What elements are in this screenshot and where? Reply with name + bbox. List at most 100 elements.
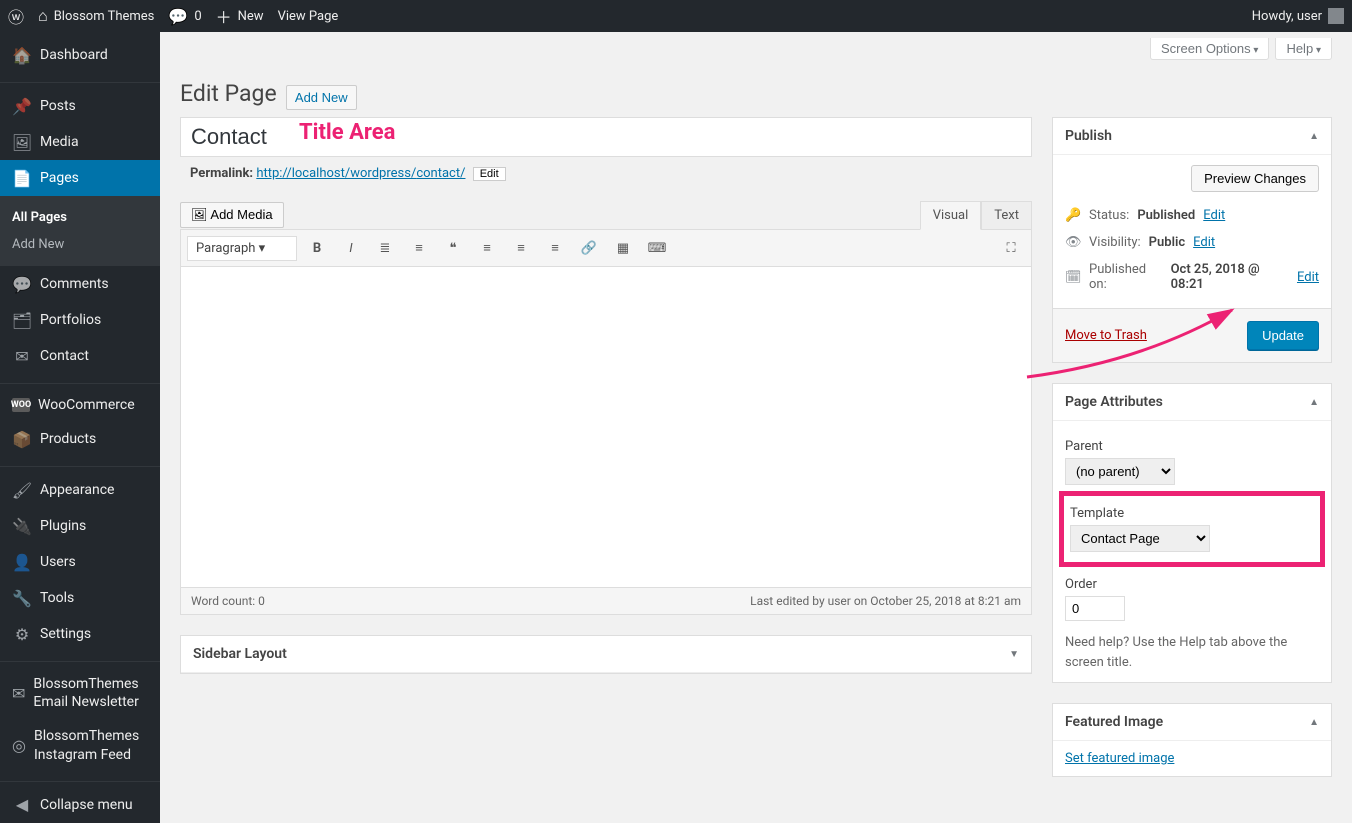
- menu-contact[interactable]: ✉Contact: [0, 338, 160, 374]
- editor-tab-text[interactable]: Text: [981, 201, 1032, 229]
- edit-date-link[interactable]: Edit: [1297, 270, 1319, 285]
- home-icon: ⌂: [38, 6, 48, 26]
- site-name: Blossom Themes: [54, 9, 155, 24]
- template-highlight: Template Contact Page: [1059, 491, 1325, 567]
- editor-tab-visual[interactable]: Visual: [920, 201, 982, 230]
- plug-icon: 🔌: [12, 516, 32, 536]
- blockquote-button[interactable]: ❝: [439, 234, 467, 262]
- view-page-link[interactable]: View Page: [278, 9, 339, 24]
- read-more-button[interactable]: ▦: [609, 234, 637, 262]
- comments-link[interactable]: 💬0: [168, 7, 201, 26]
- submenu-add-new[interactable]: Add New: [0, 231, 160, 258]
- menu-settings[interactable]: ⚙Settings: [0, 616, 160, 652]
- menu-posts[interactable]: 📌Posts: [0, 88, 160, 124]
- edit-status-link[interactable]: Edit: [1203, 208, 1225, 223]
- format-select[interactable]: Paragraph ▾: [187, 236, 297, 261]
- template-label: Template: [1070, 506, 1314, 521]
- help-tab[interactable]: Help: [1275, 38, 1332, 60]
- menu-blossom-instagram[interactable]: ◎BlossomThemes Instagram Feed: [0, 719, 160, 771]
- template-select[interactable]: Contact Page: [1070, 525, 1210, 552]
- menu-blossom-newsletter[interactable]: ✉BlossomThemes Email Newsletter: [0, 667, 160, 719]
- menu-dashboard[interactable]: 🏠Dashboard: [0, 37, 160, 73]
- numbered-list-button[interactable]: ≡: [405, 234, 433, 262]
- editor-box: Paragraph ▾ B I ≣ ≡ ❝ ≡ ≡ ≡ 🔗 ▦ ⌨ ⛶: [180, 229, 1032, 615]
- eye-icon: 👁: [1065, 235, 1081, 250]
- page-title-input[interactable]: [181, 118, 1031, 156]
- publish-metabox: Publish ▲ Preview Changes 🔑 Status: Publ…: [1052, 117, 1332, 363]
- menu-pages[interactable]: 📄Pages: [0, 160, 160, 196]
- sidebar-layout-metabox: Sidebar Layout ▼: [180, 635, 1032, 674]
- wp-logo[interactable]: ⓦ: [8, 4, 24, 28]
- parent-label: Parent: [1065, 439, 1319, 454]
- editor-status: Word count: 0 Last edited by user on Oct…: [181, 587, 1031, 614]
- avatar: [1328, 8, 1344, 24]
- menu-comments[interactable]: 💬Comments: [0, 266, 160, 302]
- screen-options-tab[interactable]: Screen Options: [1150, 38, 1269, 60]
- publish-status-row: 🔑 Status: Published Edit: [1065, 202, 1319, 229]
- menu-portfolios[interactable]: 🗂Portfolios: [0, 302, 160, 338]
- tinymce-toolbar: Paragraph ▾ B I ≣ ≡ ❝ ≡ ≡ ≡ 🔗 ▦ ⌨ ⛶: [181, 230, 1031, 267]
- featured-image-metabox: Featured Image ▲ Set featured image: [1052, 703, 1332, 777]
- comment-icon: 💬: [12, 274, 32, 294]
- mail-icon: ✉: [12, 346, 32, 366]
- page-attributes-head[interactable]: Page Attributes ▲: [1053, 384, 1331, 421]
- admin-sidebar: 🏠Dashboard 📌Posts 🖼Media 📄Pages All Page…: [0, 32, 160, 823]
- link-button[interactable]: 🔗: [575, 234, 603, 262]
- bold-button[interactable]: B: [303, 234, 331, 262]
- site-name-link[interactable]: ⌂ Blossom Themes: [38, 6, 154, 26]
- fullscreen-button[interactable]: ⛶: [997, 234, 1025, 262]
- page-title: Edit Page: [180, 80, 277, 107]
- edit-visibility-link[interactable]: Edit: [1193, 235, 1215, 250]
- admin-bar: ⓦ ⌂ Blossom Themes 💬0 ＋ New View Page Howd…: [0, 0, 1352, 32]
- plus-icon: ＋: [216, 4, 232, 28]
- title-wrap: Title Area: [180, 117, 1032, 157]
- sidebar-layout-head[interactable]: Sidebar Layout ▼: [181, 636, 1031, 673]
- move-to-trash-link[interactable]: Move to Trash: [1065, 328, 1147, 343]
- featured-image-head[interactable]: Featured Image ▲: [1053, 704, 1331, 741]
- italic-button[interactable]: I: [337, 234, 365, 262]
- gauge-icon: 🏠: [12, 45, 32, 65]
- publish-visibility-row: 👁 Visibility: Public Edit: [1065, 229, 1319, 256]
- add-media-button[interactable]: 🖼 Add Media: [180, 202, 284, 228]
- portfolio-icon: 🗂: [12, 310, 32, 330]
- menu-collapse[interactable]: ◀Collapse menu: [0, 787, 160, 823]
- order-input[interactable]: [1065, 596, 1125, 621]
- parent-select[interactable]: (no parent): [1065, 458, 1175, 485]
- chevron-up-icon: ▲: [1309, 717, 1319, 728]
- set-featured-image-link[interactable]: Set featured image: [1065, 751, 1174, 766]
- update-button[interactable]: Update: [1247, 321, 1319, 350]
- preview-changes-button[interactable]: Preview Changes: [1191, 165, 1319, 192]
- new-content-link[interactable]: ＋ New: [216, 4, 264, 28]
- wordpress-icon: ⓦ: [8, 4, 24, 28]
- menu-appearance[interactable]: 🖌Appearance: [0, 472, 160, 508]
- menu-products[interactable]: 📦Products: [0, 421, 160, 457]
- toolbar-toggle-button[interactable]: ⌨: [643, 234, 671, 262]
- menu-users[interactable]: 👤Users: [0, 544, 160, 580]
- permalink-label: Permalink:: [190, 166, 253, 181]
- menu-tools[interactable]: 🔧Tools: [0, 580, 160, 616]
- permalink-link[interactable]: http://localhost/wordpress/contact/: [256, 166, 465, 181]
- permalink-edit-button[interactable]: Edit: [473, 167, 506, 181]
- user-greeting[interactable]: Howdy, user: [1252, 8, 1344, 24]
- add-new-button[interactable]: Add New: [286, 85, 357, 110]
- publish-head[interactable]: Publish ▲: [1053, 118, 1331, 155]
- submenu-pages: All Pages Add New: [0, 196, 160, 266]
- bullet-list-button[interactable]: ≣: [371, 234, 399, 262]
- menu-woocommerce[interactable]: WOOWooCommerce: [0, 389, 160, 421]
- media-icon: 🖼: [12, 132, 32, 152]
- new-label: New: [238, 9, 264, 24]
- order-label: Order: [1065, 577, 1319, 592]
- submenu-all-pages[interactable]: All Pages: [0, 204, 160, 231]
- gear-icon: ⚙: [12, 624, 32, 644]
- align-center-button[interactable]: ≡: [507, 234, 535, 262]
- align-left-button[interactable]: ≡: [473, 234, 501, 262]
- align-right-button[interactable]: ≡: [541, 234, 569, 262]
- editor-content[interactable]: [181, 267, 1031, 587]
- word-count: Word count: 0: [191, 594, 265, 608]
- menu-plugins[interactable]: 🔌Plugins: [0, 508, 160, 544]
- brush-icon: 🖌: [12, 480, 32, 500]
- comment-count: 0: [194, 9, 201, 24]
- media-icon: 🖼: [191, 207, 210, 222]
- last-edited: Last edited by user on October 25, 2018 …: [750, 594, 1021, 608]
- menu-media[interactable]: 🖼Media: [0, 124, 160, 160]
